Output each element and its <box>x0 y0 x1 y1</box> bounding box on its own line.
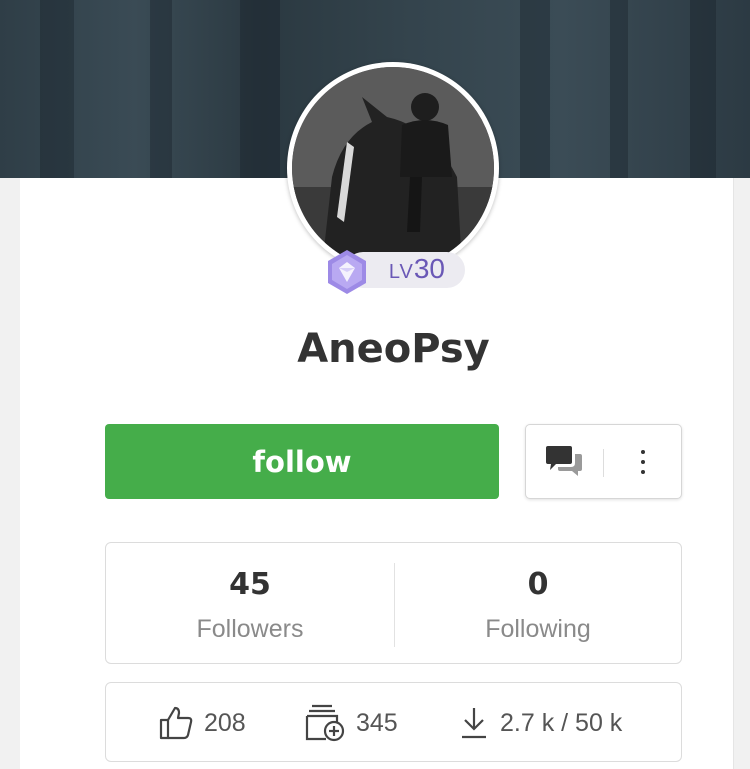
page-edge <box>733 178 750 769</box>
downloads-metric: 2.7 k / 50 k <box>458 701 622 745</box>
follow-stats: 45 Followers 0 Following <box>105 542 682 664</box>
level-prefix: LV <box>388 260 414 283</box>
followers-label: Followers <box>196 615 304 643</box>
collections-metric: 345 <box>304 701 398 745</box>
followers-stat[interactable]: 45 Followers <box>106 543 394 665</box>
downloads-count: 2.7 k / 50 k <box>500 708 623 737</box>
follow-button[interactable]: follow <box>105 424 499 499</box>
level-indicator: LV30 <box>323 248 467 294</box>
level-value: 30 <box>413 252 445 284</box>
avatar[interactable] <box>287 62 499 274</box>
following-label: Following <box>485 615 591 643</box>
username: AneoPsy <box>297 326 490 372</box>
following-stat[interactable]: 0 Following <box>394 543 682 665</box>
likes-count: 208 <box>204 708 246 737</box>
collections-count: 345 <box>356 708 398 737</box>
vertical-dots-icon[interactable] <box>628 443 658 481</box>
download-icon <box>462 708 486 739</box>
following-count: 0 <box>527 567 549 602</box>
likes-metric: 208 <box>158 701 246 745</box>
action-group <box>525 424 682 499</box>
hexagon-gem-icon <box>328 250 366 294</box>
thumbs-up-icon <box>159 706 193 740</box>
action-separator <box>603 449 604 477</box>
activity-metrics: 208 345 2.7 k / 50 k <box>105 682 682 762</box>
avatar-image <box>292 67 494 269</box>
chat-bubbles-icon[interactable] <box>544 445 584 479</box>
followers-count: 45 <box>229 567 271 602</box>
level-label: LV30 <box>389 251 445 290</box>
add-collection-icon <box>305 704 345 742</box>
